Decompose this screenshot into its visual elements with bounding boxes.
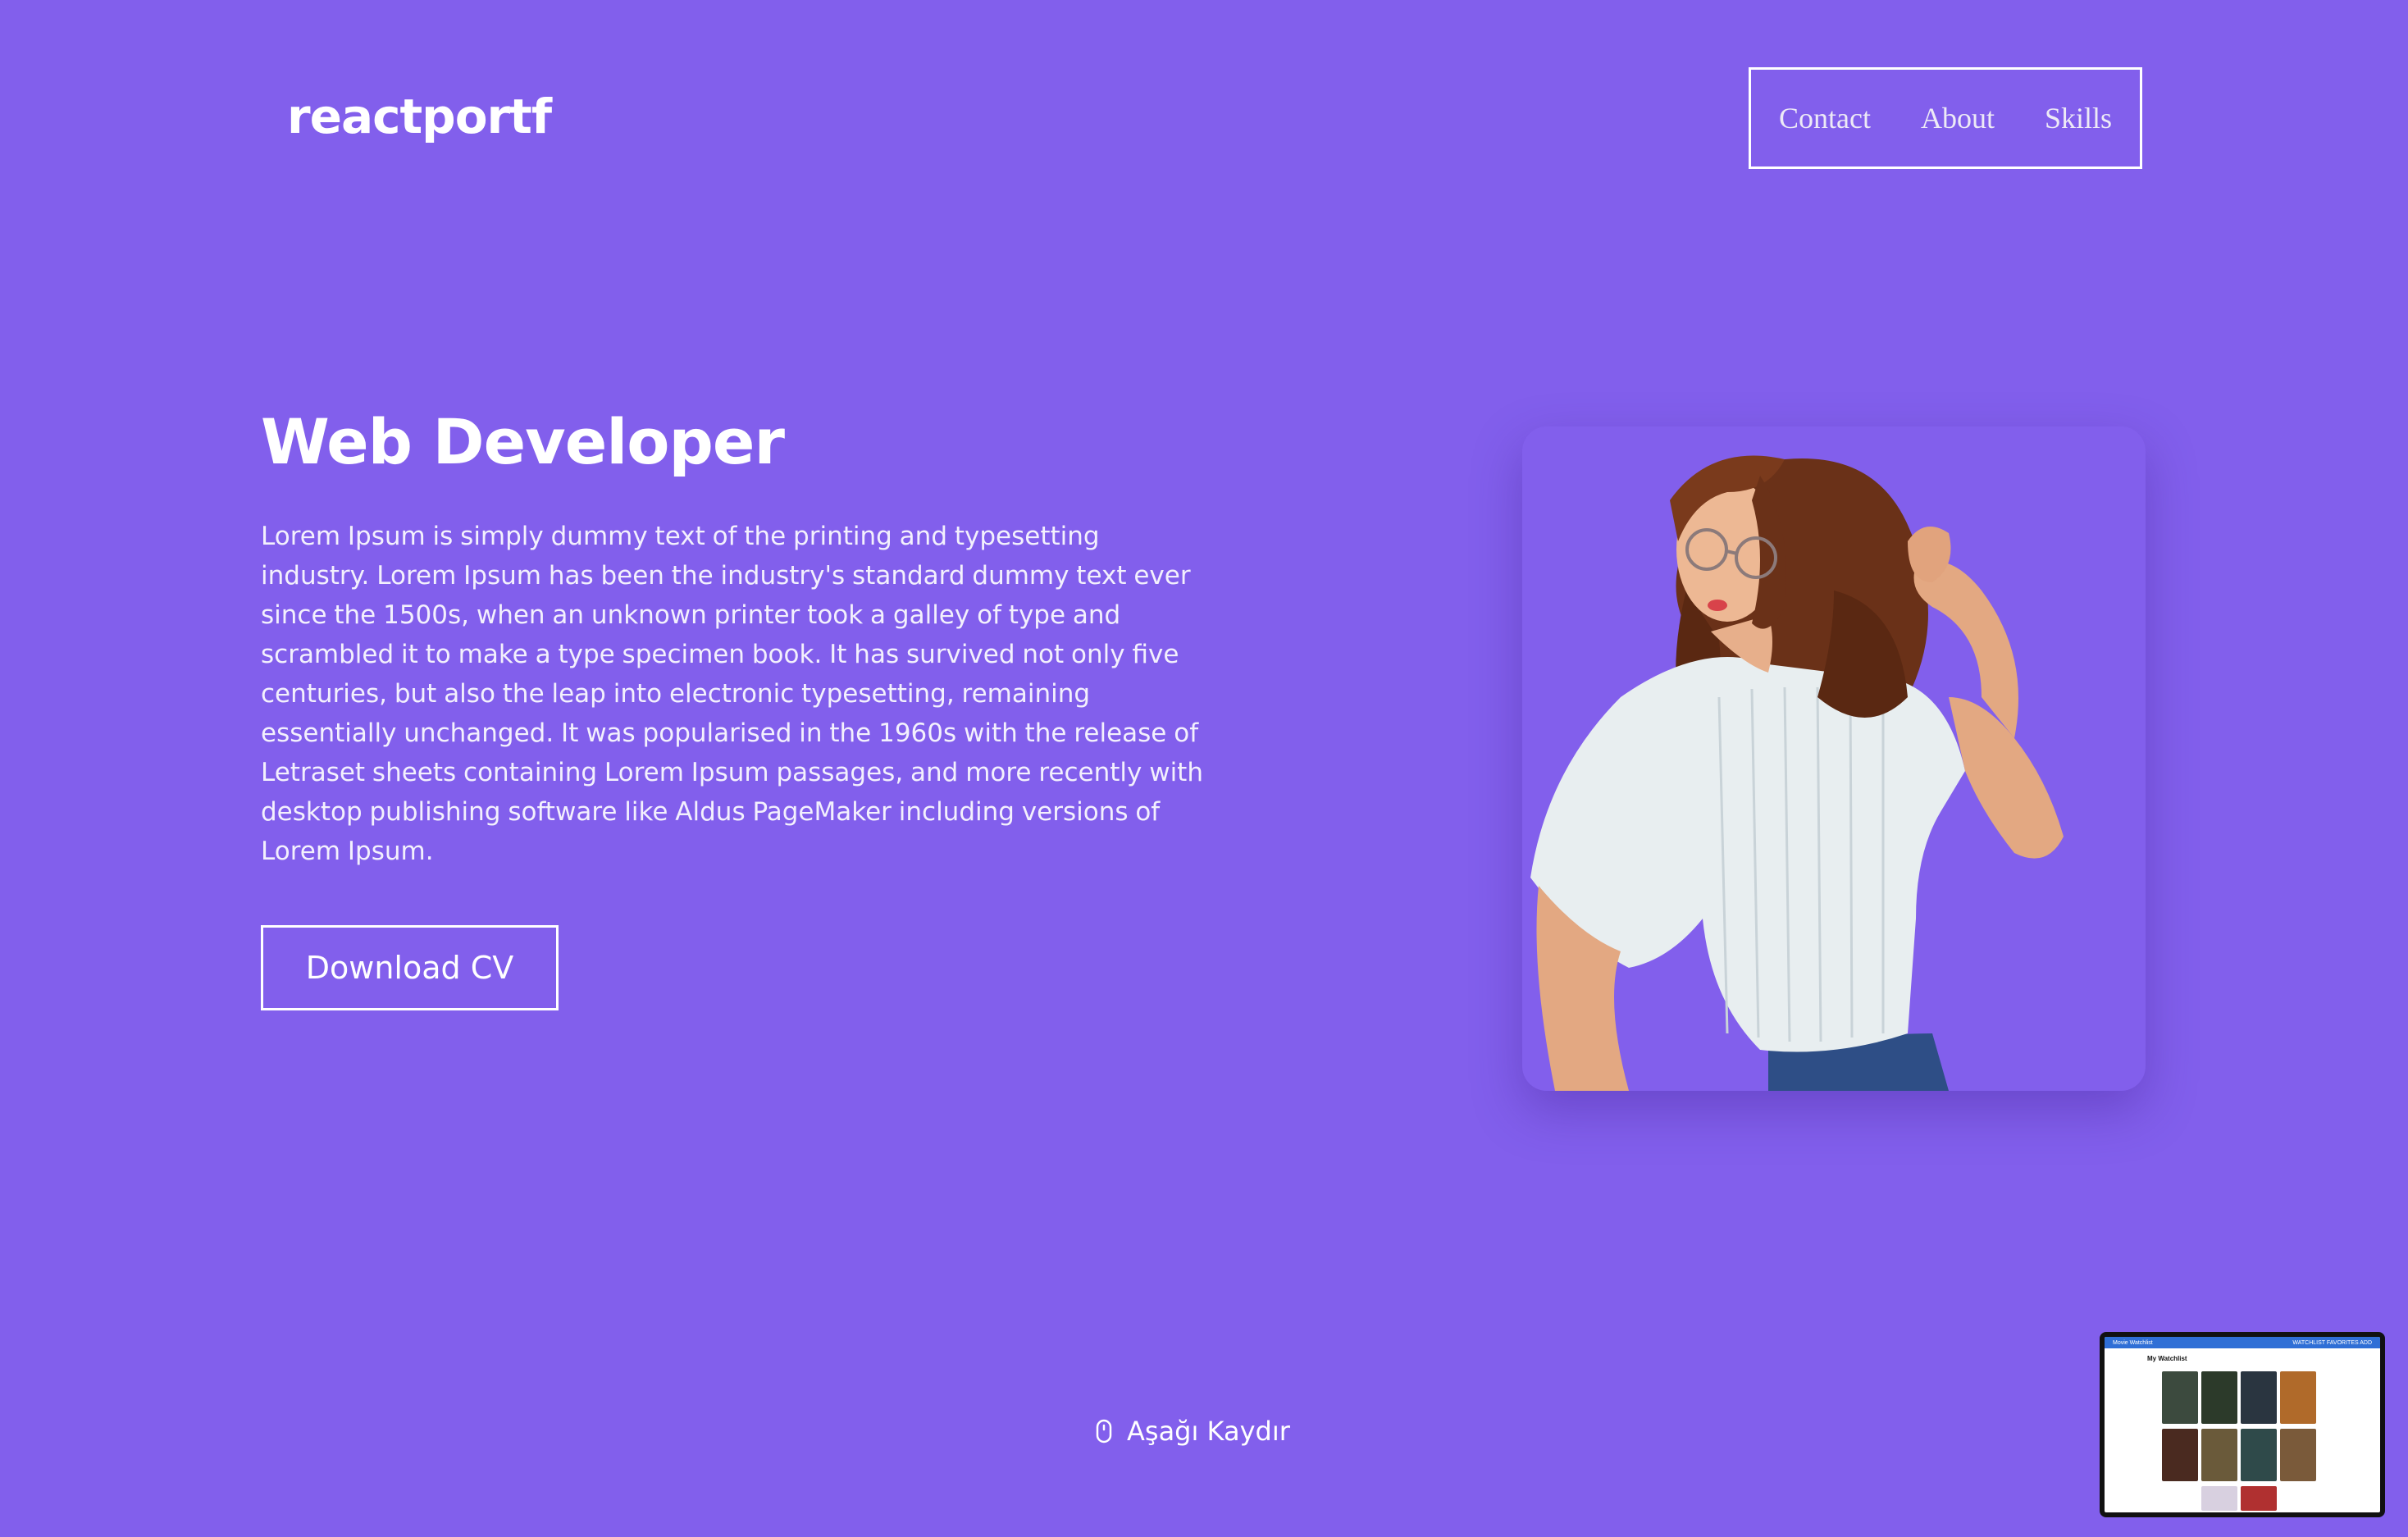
- download-cv-button[interactable]: Download CV: [261, 925, 559, 1010]
- poster-thumbnail: [2162, 1371, 2198, 1424]
- main-nav: Contact About Skills: [1749, 67, 2142, 169]
- scroll-down-label: Aşağı Kaydır: [1127, 1416, 1290, 1447]
- window-preview-thumbnail[interactable]: Movie Watchlist WATCHLIST FAVORITES ADD …: [2100, 1332, 2385, 1517]
- poster-thumbnail: [2280, 1371, 2316, 1424]
- mouse-icon: [1096, 1419, 1112, 1444]
- site-logo[interactable]: reactportf: [287, 89, 552, 144]
- thumbnail-heading: My Watchlist: [2147, 1355, 2187, 1362]
- poster-thumbnail: [2201, 1429, 2237, 1481]
- hero-title: Web Developer: [261, 405, 785, 478]
- nav-contact-link[interactable]: Contact: [1779, 101, 1871, 135]
- poster-thumbnail: [2201, 1371, 2237, 1424]
- portrait-photo: [1530, 455, 2064, 1091]
- poster-thumbnail: [2280, 1429, 2316, 1481]
- nav-skills-link[interactable]: Skills: [2045, 101, 2112, 135]
- hero-description: Lorem Ipsum is simply dummy text of the …: [261, 522, 1203, 866]
- thumbnail-title: Movie Watchlist: [2113, 1339, 2153, 1346]
- thumbnail-nav: WATCHLIST FAVORITES ADD: [2292, 1339, 2372, 1346]
- poster-thumbnail: [2201, 1486, 2237, 1511]
- poster-thumbnail: [2241, 1371, 2277, 1424]
- poster-thumbnail: [2241, 1429, 2277, 1481]
- poster-thumbnail: [2162, 1429, 2198, 1481]
- profile-photo-card: [1522, 426, 2146, 1091]
- thumbnail-header: Movie Watchlist WATCHLIST FAVORITES ADD: [2105, 1337, 2380, 1348]
- poster-thumbnail: [2241, 1486, 2277, 1511]
- scroll-down-hint[interactable]: Aşağı Kaydır: [1096, 1416, 1290, 1447]
- nav-about-link[interactable]: About: [1921, 101, 1995, 135]
